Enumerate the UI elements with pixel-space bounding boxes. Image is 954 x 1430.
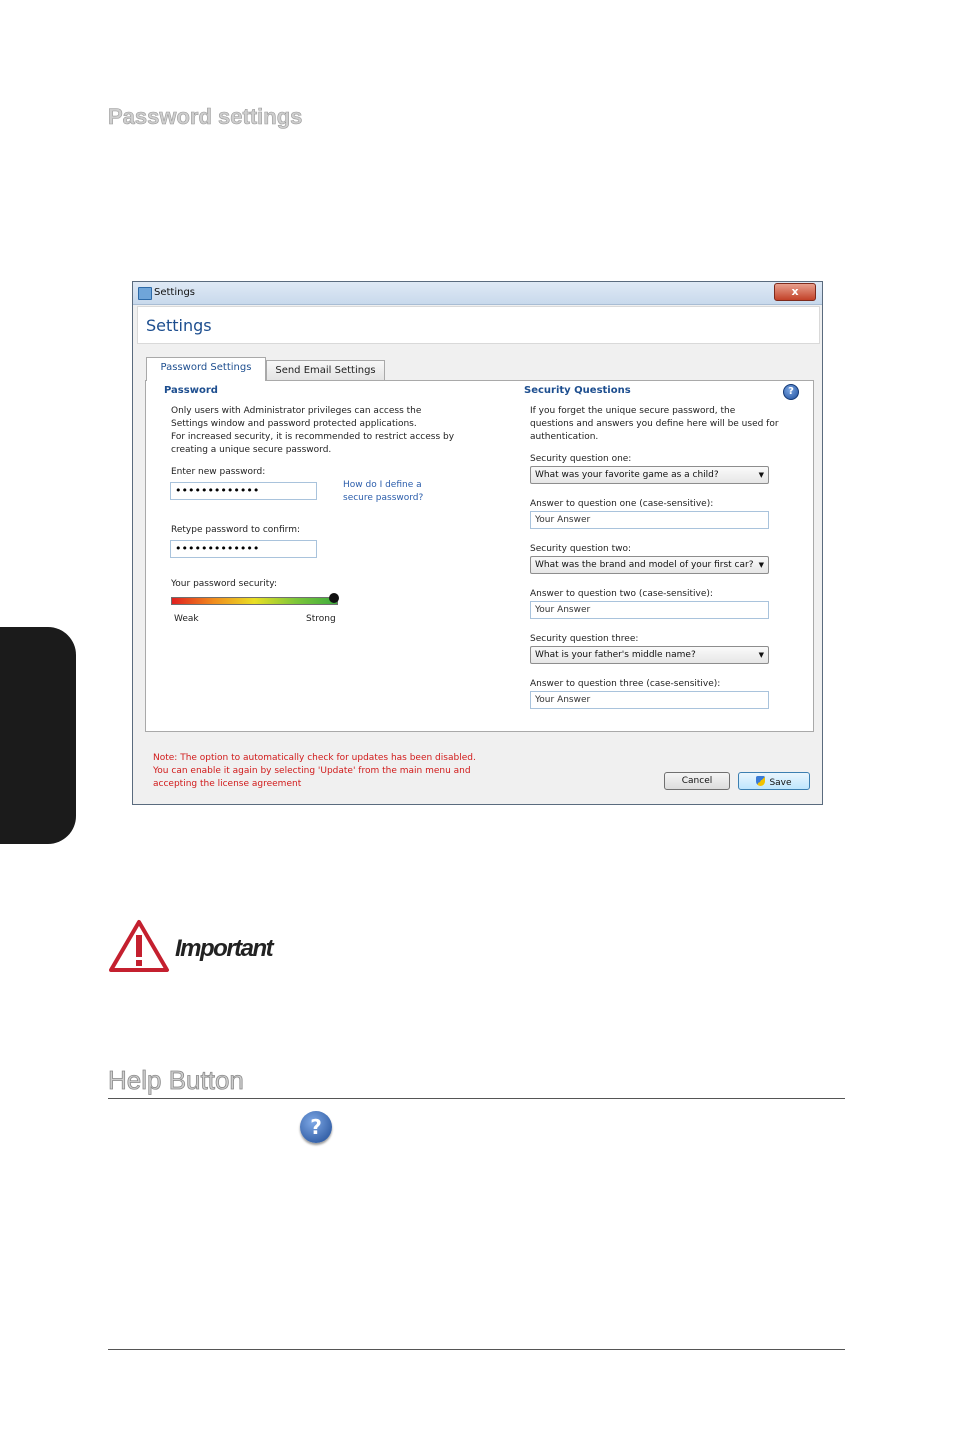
title-bar[interactable]: Settings x	[133, 282, 822, 305]
settings-window: Settings x Settings Password Settings Se…	[132, 281, 823, 805]
a2-label: Answer to question two (case-sensitive):	[530, 589, 713, 599]
tab-password-settings[interactable]: Password Settings	[146, 357, 266, 381]
a2-input[interactable]: Your Answer	[530, 601, 769, 619]
app-icon	[138, 287, 152, 300]
password-strength-indicator	[329, 593, 339, 603]
security-questions-header: Security Questions	[524, 385, 631, 396]
strong-label: Strong	[306, 614, 336, 624]
save-button[interactable]: Save	[738, 772, 810, 790]
q3-select[interactable]: What is your father's middle name? ▼	[530, 646, 769, 664]
retype-password-label: Retype password to confirm:	[171, 525, 301, 535]
a3-input[interactable]: Your Answer	[530, 691, 769, 709]
chevron-down-icon: ▼	[758, 471, 764, 479]
shield-icon	[756, 776, 766, 786]
new-password-input[interactable]: •••••••••••••	[170, 482, 317, 500]
save-button-label: Save	[769, 778, 792, 788]
q1-select-value: What was your favorite game as a child?	[535, 470, 719, 480]
password-header: Password	[164, 385, 218, 396]
a1-label: Answer to question one (case-sensitive):	[530, 499, 714, 509]
password-description: Only users with Administrator privileges…	[171, 406, 455, 455]
chevron-down-icon: ▼	[758, 561, 764, 569]
a3-label: Answer to question three (case-sensitive…	[530, 679, 721, 689]
footer-divider	[108, 1349, 845, 1350]
section-divider	[108, 1098, 845, 1099]
update-disabled-note: Note: The option to automatically check …	[153, 753, 476, 789]
q3-label: Security question three:	[530, 634, 639, 644]
new-password-label: Enter new password:	[171, 467, 266, 477]
a1-input[interactable]: Your Answer	[530, 511, 769, 529]
weak-label: Weak	[174, 614, 199, 624]
password-strength-meter	[171, 597, 338, 605]
help-icon[interactable]: ?	[783, 384, 799, 400]
close-button[interactable]: x	[774, 283, 816, 301]
side-chapter-tab	[0, 627, 76, 844]
window-title: Settings	[154, 287, 196, 298]
q3-select-value: What is your father's middle name?	[535, 650, 696, 660]
define-secure-password-link[interactable]: How do I define a secure password?	[343, 479, 423, 505]
help-icon: ?	[300, 1111, 332, 1143]
q2-select[interactable]: What was the brand and model of your fir…	[530, 556, 769, 574]
header-pane: Settings	[137, 306, 820, 344]
q2-select-value: What was the brand and model of your fir…	[535, 560, 754, 570]
retype-password-input[interactable]: •••••••••••••	[170, 540, 317, 558]
warning-icon	[109, 920, 169, 972]
cancel-button[interactable]: Cancel	[664, 772, 730, 790]
section-title-password-settings: Password settings	[108, 104, 303, 130]
important-label: Important	[175, 935, 274, 962]
q2-label: Security question two:	[530, 544, 631, 554]
section-title-help-button: Help Button	[108, 1065, 245, 1096]
chevron-down-icon: ▼	[758, 651, 764, 659]
q1-label: Security question one:	[530, 454, 632, 464]
tab-send-email-settings[interactable]: Send Email Settings	[266, 360, 385, 381]
settings-heading: Settings	[146, 316, 212, 335]
password-security-label: Your password security:	[171, 579, 277, 589]
q1-select[interactable]: What was your favorite game as a child? ▼	[530, 466, 769, 484]
security-questions-description: If you forget the unique secure password…	[530, 406, 779, 442]
